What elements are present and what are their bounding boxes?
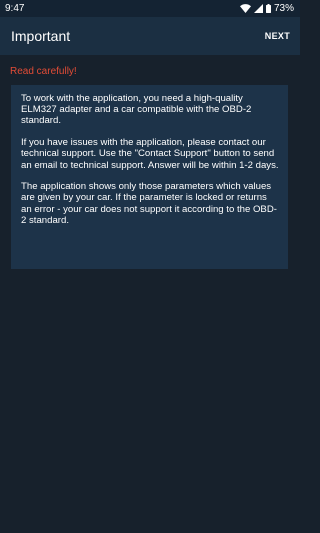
warning-heading: Read carefully! bbox=[10, 66, 77, 77]
status-time: 9:47 bbox=[5, 3, 25, 14]
status-icons: 73% bbox=[239, 3, 294, 14]
status-bar: 9:47 73% bbox=[0, 0, 300, 17]
cellular-signal-icon bbox=[253, 4, 263, 13]
message-paragraph-adapter: To work with the application, you need a… bbox=[21, 93, 252, 127]
message-card: To work with the application, you need a… bbox=[11, 85, 288, 269]
message-paragraph-parameters: The application shows only those paramet… bbox=[21, 181, 277, 226]
page-title: Important bbox=[11, 28, 71, 44]
wifi-icon bbox=[239, 4, 251, 13]
message-paragraph-support: If you have issues with the application,… bbox=[21, 137, 279, 171]
battery-percent: 73% bbox=[273, 3, 294, 14]
battery-icon bbox=[265, 4, 271, 13]
next-button[interactable]: NEXT bbox=[265, 31, 290, 41]
app-bar: Important NEXT bbox=[0, 17, 300, 55]
